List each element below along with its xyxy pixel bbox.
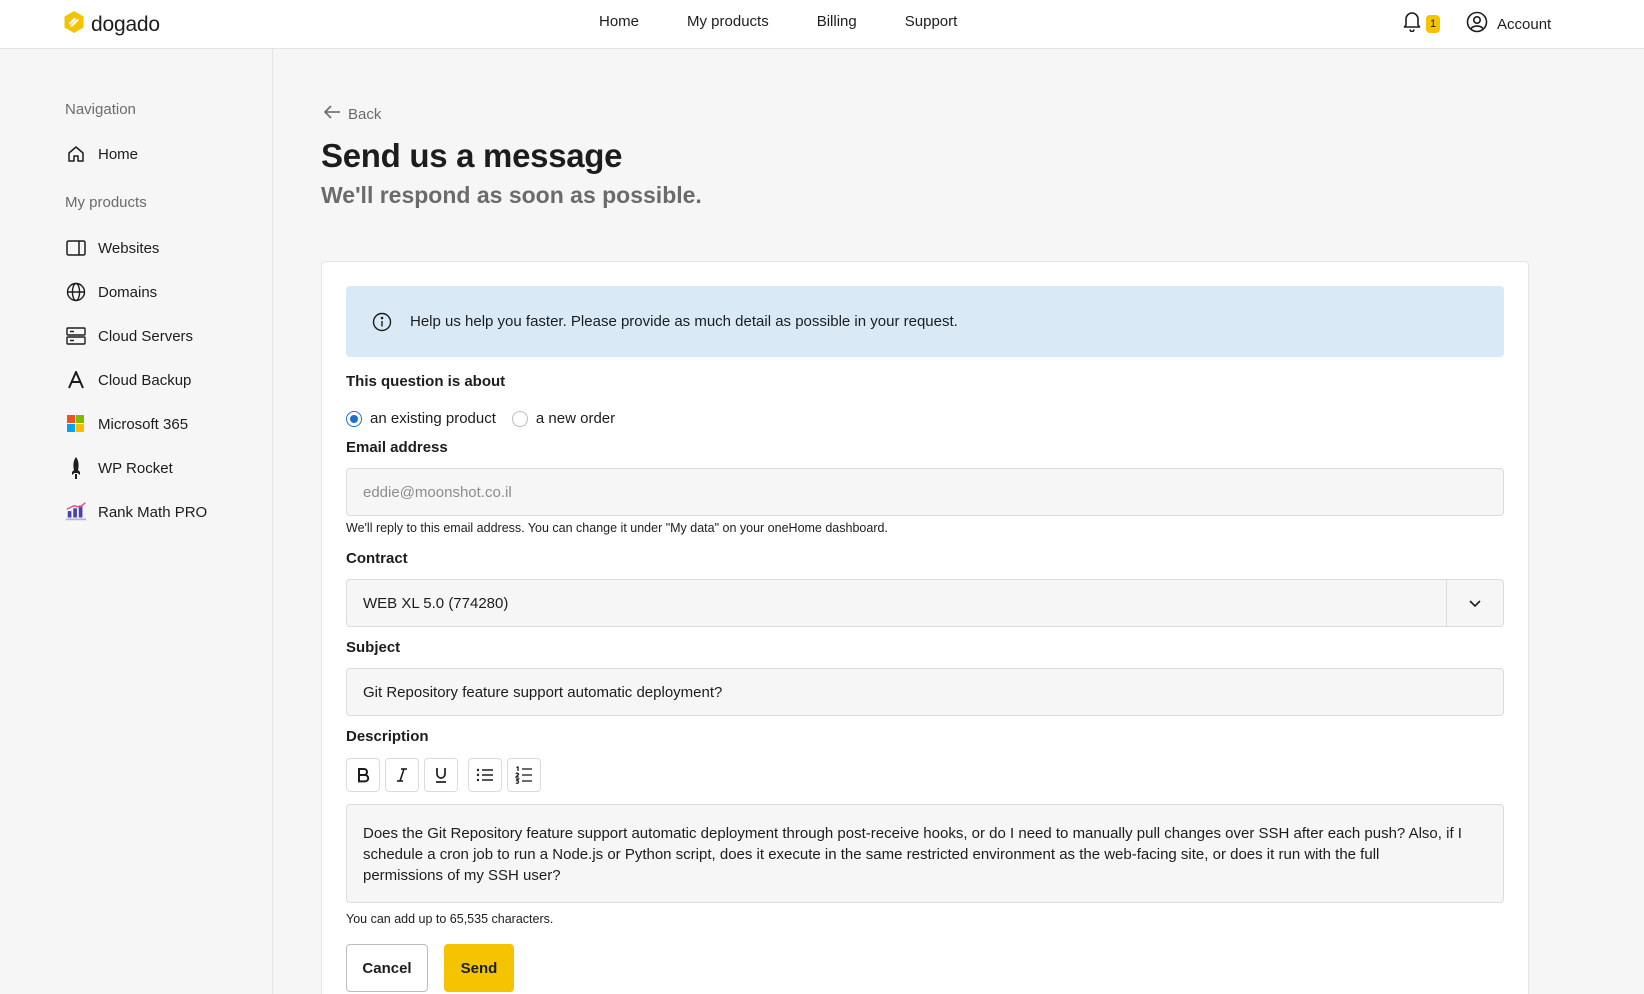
info-banner: Help us help you faster. Please provide … [346, 286, 1504, 357]
main-nav: Home My products Billing Support [599, 13, 1005, 30]
nav-billing[interactable]: Billing [817, 13, 857, 30]
nav-support[interactable]: Support [905, 13, 958, 30]
send-button[interactable]: Send [444, 944, 514, 992]
italic-button[interactable] [385, 758, 419, 792]
sidebar-item-label: Cloud Backup [98, 371, 192, 389]
top-navigation-bar: dogado Home My products Billing Support … [0, 0, 1644, 49]
rank-math-logo-icon [65, 501, 87, 523]
sidebar-item-cloud-servers[interactable]: Cloud Servers [65, 325, 193, 347]
contract-label: Contract [346, 550, 408, 567]
radio-indicator-selected[interactable] [346, 410, 362, 427]
arrow-left-icon [323, 104, 341, 124]
info-circle-icon [372, 312, 392, 332]
email-hint: We'll reply to this email address. You c… [346, 521, 888, 535]
wp-rocket-logo-icon [65, 457, 87, 479]
notifications-button[interactable]: 1 [1402, 10, 1441, 37]
bell-icon [1402, 10, 1422, 37]
microsoft-logo-icon [65, 413, 87, 435]
description-textarea[interactable]: Does the Git Repository feature support … [346, 804, 1504, 903]
message-form-card: Help us help you faster. Please provide … [321, 261, 1529, 994]
char-limit-hint: You can add up to 65,535 characters. [346, 912, 554, 926]
subject-input[interactable]: Git Repository feature support automatic… [346, 668, 1504, 716]
sidebar-item-label: Microsoft 365 [98, 415, 189, 433]
page-subtitle: We'll respond as soon as possible. [321, 182, 702, 208]
notification-count-badge: 1 [1426, 14, 1441, 33]
numbered-list-button[interactable] [507, 758, 541, 792]
underline-button[interactable] [424, 758, 458, 792]
account-label: Account [1497, 15, 1552, 33]
underline-icon [436, 768, 446, 783]
cancel-button[interactable]: Cancel [346, 944, 428, 992]
sidebar-item-domains[interactable]: Domains [65, 281, 157, 303]
sidebar-item-home[interactable]: Home [65, 143, 138, 165]
contract-select[interactable]: WEB XL 5.0 (774280) [346, 579, 1504, 627]
brand-logo[interactable]: dogado [63, 10, 160, 39]
account-menu[interactable]: Account [1466, 11, 1551, 37]
bold-icon [358, 768, 370, 783]
bullet-list-icon [476, 768, 493, 782]
bold-button[interactable] [346, 758, 380, 792]
info-text: Help us help you faster. Please provide … [410, 313, 958, 330]
sidebar-item-label: Domains [98, 283, 158, 301]
sidebar-item-label: WP Rocket [98, 459, 173, 477]
brand-name: dogado [91, 12, 160, 36]
sidebar-item-label: Home [98, 145, 139, 163]
radio-label: an existing product [370, 410, 496, 427]
sidebar: Navigation Home My products Websites Dom… [0, 49, 273, 994]
radio-label: a new order [535, 410, 616, 427]
acronis-logo-icon [65, 369, 87, 391]
sidebar-item-microsoft-365[interactable]: Microsoft 365 [65, 413, 188, 435]
nav-home[interactable]: Home [599, 13, 639, 30]
contract-selected-value: WEB XL 5.0 (774280) [363, 594, 509, 612]
email-field[interactable]: eddie@moonshot.co.il [346, 468, 1504, 516]
sidebar-item-label: Websites [98, 239, 160, 257]
radio-new-order[interactable]: a new order [511, 410, 616, 427]
sidebar-item-cloud-backup[interactable]: Cloud Backup [65, 369, 191, 391]
back-link[interactable]: Back [323, 104, 381, 124]
globe-icon [65, 281, 87, 303]
user-circle-icon [1466, 11, 1488, 37]
page-title: Send us a message [321, 137, 623, 174]
italic-icon [397, 768, 407, 782]
radio-existing-product[interactable]: an existing product [346, 410, 496, 427]
radio-indicator[interactable] [511, 410, 528, 427]
numbered-list-icon [515, 766, 532, 784]
sidebar-heading-navigation: Navigation [65, 101, 136, 118]
sidebar-item-label: Cloud Servers [98, 327, 194, 345]
nav-my-products[interactable]: My products [687, 13, 769, 30]
editor-toolbar [346, 758, 541, 792]
dogado-logo-icon [63, 10, 85, 39]
question-about-radio-group: an existing product a new order [346, 410, 615, 427]
subject-label: Subject [346, 639, 401, 656]
sidebar-heading-products: My products [65, 194, 147, 211]
server-icon [65, 325, 87, 347]
sidebar-item-label: Rank Math PRO [98, 503, 208, 521]
sidebar-item-websites[interactable]: Websites [65, 237, 159, 259]
sidebar-item-wp-rocket[interactable]: WP Rocket [65, 457, 173, 479]
sidebar-item-rank-math-pro[interactable]: Rank Math PRO [65, 501, 207, 523]
main-content: Back Send us a message We'll respond as … [273, 49, 1644, 994]
chevron-down-icon[interactable] [1446, 580, 1503, 626]
back-label: Back [348, 105, 382, 123]
house-icon [65, 143, 87, 165]
email-label: Email address [346, 439, 448, 456]
browser-window-icon [65, 237, 87, 259]
description-label: Description [346, 728, 429, 745]
question-about-label: This question is about [346, 373, 506, 390]
bullet-list-button[interactable] [468, 758, 502, 792]
